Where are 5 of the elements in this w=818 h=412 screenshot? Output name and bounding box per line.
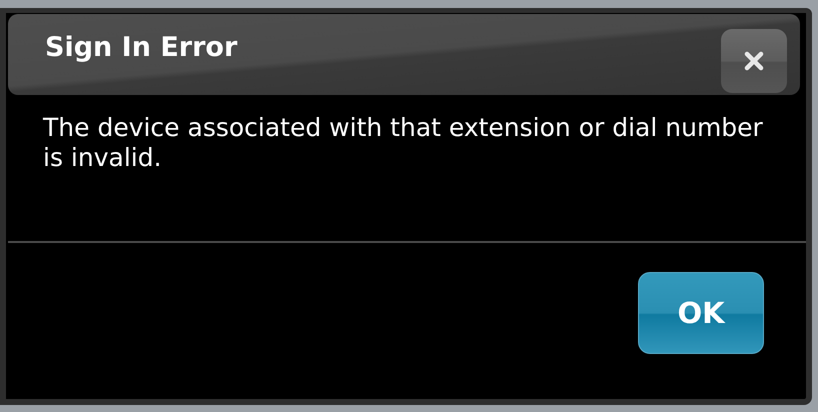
close-button[interactable]: [721, 28, 787, 92]
ok-button[interactable]: OK: [638, 272, 764, 354]
close-icon: [744, 50, 764, 70]
dialog-title: Sign In Error: [45, 32, 238, 63]
error-message: The device associated with that extension or dial number is invalid.: [43, 113, 763, 173]
